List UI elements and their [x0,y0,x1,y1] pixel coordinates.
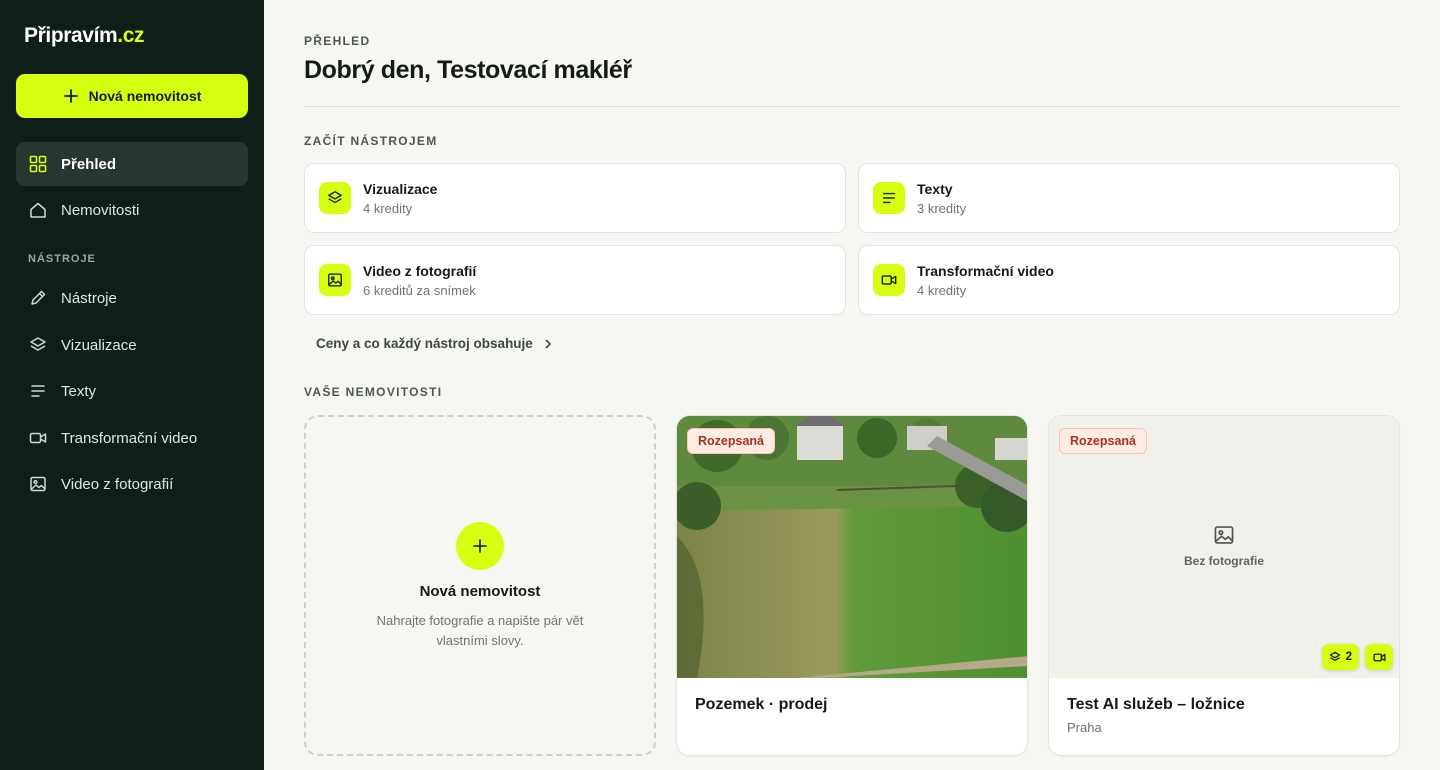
page-eyebrow: PŘEHLED [304,34,371,48]
grid-icon [28,154,48,174]
new-property-label: Nová nemovitost [88,88,202,104]
sidebar-item-vizualizace[interactable]: Vizualizace [16,323,248,367]
video-camera-icon [873,264,905,296]
video-chip[interactable] [1365,644,1393,670]
sidebar-item-nemovitosti[interactable]: Nemovitosti [16,188,248,232]
sidebar-item-texty[interactable]: Texty [16,369,248,413]
home-icon [28,200,48,220]
sidebar-item-label: Video z fotografií [61,475,174,493]
properties-section-label: VAŠE NEMOVITOSTI [304,385,443,399]
plus-icon [63,88,79,104]
sidebar-item-nastroje[interactable]: Nástroje [16,276,248,320]
layers-icon [28,335,48,355]
no-photo: Bez fotografie [1049,524,1399,568]
sidebar-item-label: Transformační video [61,429,198,447]
tool-name: Vizualizace [363,180,438,197]
no-photo-label: Bez fotografie [1183,554,1264,568]
tool-card-video-z-fotografii[interactable]: Video z fotografií 6 kreditů za snímek [304,245,846,315]
sidebar-section-label: NÁSTROJE [28,253,96,265]
layers-icon [1329,651,1341,663]
image-icon [1213,524,1235,546]
tool-card-transformacni-video[interactable]: Transformační video 4 kredity [858,245,1400,315]
pencil-icon [28,288,48,308]
tool-card-vizualizace[interactable]: Vizualizace 4 kredity [304,163,846,233]
sidebar-item-prehled[interactable]: Přehled [16,142,248,186]
visualization-count: 2 [1345,651,1352,663]
status-badge: Rozepsaná [687,428,775,454]
property-card[interactable]: Rozepsaná Bez fotografie 2 Test AI služe… [1048,415,1400,756]
image-icon [28,474,48,494]
logo-accent: .cz [117,24,145,47]
sidebar-item-label: Texty [61,382,97,400]
status-badge: Rozepsaná [1059,428,1147,454]
header-divider [304,106,1400,107]
video-camera-icon [1372,651,1386,664]
new-property-button[interactable]: Nová nemovitost [16,74,248,118]
property-card[interactable]: Rozepsaná Pozemek · prodej [676,415,1028,756]
logo-main: Připravím [24,24,118,47]
text-lines-icon [873,182,905,214]
page-title: Dobrý den, Testovací makléř [304,56,632,84]
new-property-card-description: Nahrajte fotografie a napište pár vět vl… [376,613,584,648]
new-property-card-title: Nová nemovitost [419,583,541,600]
property-photo-placeholder: Rozepsaná Bez fotografie 2 [1049,416,1399,678]
sidebar-item-transformacni-video[interactable]: Transformační video [16,416,248,460]
pricing-link-label: Ceny a co každý nástroj obsahuje [316,336,533,351]
sidebar-item-label: Nástroje [61,289,117,307]
layers-icon [319,182,351,214]
text-lines-icon [28,381,48,401]
tool-price: 4 kredity [917,282,967,298]
property-location: Praha [1067,720,1102,735]
property-title: Pozemek · prodej [695,696,828,713]
tool-price: 6 kreditů za snímek [363,282,476,298]
tool-name: Texty [917,180,953,197]
visualization-count-chip[interactable]: 2 [1321,644,1359,670]
sidebar-item-video-z-fotografii[interactable]: Video z fotografií [16,462,248,506]
main-content: PŘEHLED Dobrý den, Testovací makléř ZAČÍ… [264,0,1440,770]
property-tool-chips: 2 [1321,644,1393,670]
tool-price: 4 kredity [363,200,413,216]
new-property-card[interactable]: Nová nemovitost Nahrajte fotografie a na… [304,415,656,756]
tools-section-label: ZAČÍT NÁSTROJEM [304,134,438,148]
sidebar: Připravím .cz Nová nemovitost Přehled Nem… [0,0,264,770]
tool-price: 3 kredity [917,200,967,216]
property-title: Test AI služeb – ložnice [1067,696,1245,713]
sidebar-item-label: Nemovitosti [61,201,140,219]
chevron-right-icon [543,339,553,349]
property-photo: Rozepsaná [677,416,1027,678]
tool-card-texty[interactable]: Texty 3 kredity [858,163,1400,233]
sidebar-item-label: Vizualizace [61,336,137,354]
app-logo[interactable]: Připravím .cz [24,24,145,48]
tool-name: Video z fotografií [363,262,477,279]
sidebar-item-label: Přehled [61,155,117,173]
tool-name: Transformační video [917,262,1054,279]
plus-icon [456,522,504,570]
video-camera-icon [28,428,48,448]
image-icon [319,264,351,296]
pricing-link[interactable]: Ceny a co každý nástroj obsahuje [316,336,553,351]
